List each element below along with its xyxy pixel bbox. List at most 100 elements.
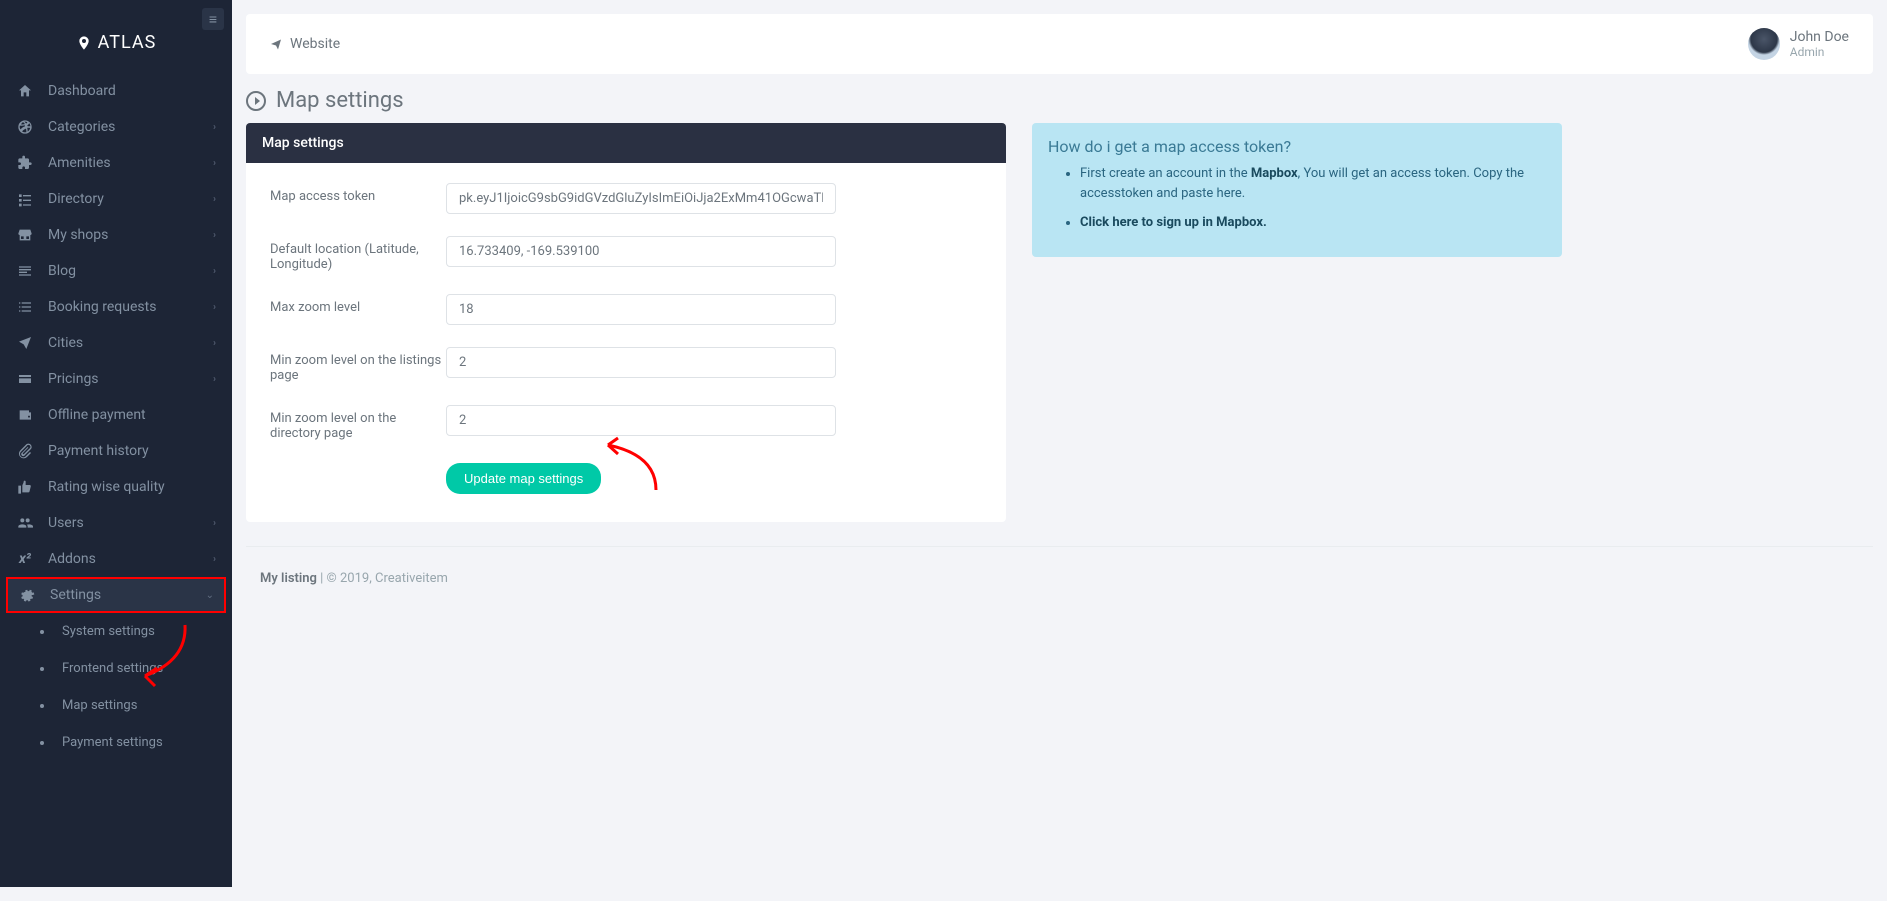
form-label: Max zoom level <box>270 294 446 315</box>
user-role: Admin <box>1790 45 1849 59</box>
info-box: How do i get a map access token? First c… <box>1032 123 1562 257</box>
min-zoom-listings-input[interactable] <box>446 347 836 378</box>
card-body: Map access token Default location (Latit… <box>246 163 1006 522</box>
website-link[interactable]: Website <box>270 36 340 52</box>
avatar <box>1748 28 1780 60</box>
bullet-icon <box>40 630 44 634</box>
sidebar-item-myshops[interactable]: My shops› <box>0 217 232 253</box>
sidebar-item-categories[interactable]: Categories› <box>0 109 232 145</box>
sidebar-item-label: Rating wise quality <box>48 479 216 495</box>
page-header: Map settings <box>232 74 1887 123</box>
sidebar-item-label: Users <box>48 515 213 531</box>
user-info: John Doe Admin <box>1790 29 1849 59</box>
sub-item-label: Payment settings <box>62 735 163 750</box>
bullet-icon <box>40 704 44 708</box>
topbar: Website John Doe Admin <box>246 14 1873 74</box>
hamburger-icon: ≡ <box>209 11 217 28</box>
plane-icon <box>270 38 282 50</box>
card-icon <box>16 371 34 387</box>
map-token-input[interactable] <box>446 183 836 214</box>
sub-item-label: Frontend settings <box>62 661 163 676</box>
sidebar-toggle[interactable]: ≡ <box>202 8 224 30</box>
sidebar-item-amenities[interactable]: Amenities› <box>0 145 232 181</box>
sidebar-item-rating[interactable]: Rating wise quality <box>0 469 232 505</box>
sidebar-item-directory[interactable]: Directory› <box>0 181 232 217</box>
sidebar-item-label: Offline payment <box>48 407 216 423</box>
sidebar-item-label: Blog <box>48 263 213 279</box>
tasks-icon <box>16 299 34 315</box>
form-row-minzoom-listings: Min zoom level on the listings page <box>270 347 982 383</box>
chevron-right-icon: › <box>213 266 216 277</box>
sidebar-item-pricings[interactable]: Pricings› <box>0 361 232 397</box>
cogs-icon <box>18 587 36 603</box>
sidebar-item-offline[interactable]: Offline payment <box>0 397 232 433</box>
list-icon <box>16 191 34 207</box>
max-zoom-input[interactable] <box>446 294 836 325</box>
sidebar-sub-map[interactable]: Map settings <box>0 687 232 724</box>
user-name: John Doe <box>1790 29 1849 45</box>
sidebar-item-users[interactable]: Users› <box>0 505 232 541</box>
chevron-right-icon: › <box>213 194 216 205</box>
chevron-right-icon: › <box>213 338 216 349</box>
main-content: Website John Doe Admin Map settings Map … <box>232 14 1887 901</box>
footer-sep: | © 2019, <box>317 571 375 586</box>
sidebar-sub-system[interactable]: System settings <box>0 613 232 650</box>
sidebar-item-label: Addons <box>48 551 213 567</box>
sidebar-item-blog[interactable]: Blog› <box>0 253 232 289</box>
card-header: Map settings <box>246 123 1006 163</box>
form-row-maxzoom: Max zoom level <box>270 294 982 325</box>
sidebar-item-label: My shops <box>48 227 213 243</box>
form-label: Default location (Latitude, Longitude) <box>270 236 446 272</box>
sidebar-item-label: Amenities <box>48 155 213 171</box>
update-button[interactable]: Update map settings <box>446 463 601 494</box>
sidebar-item-label: Payment history <box>48 443 216 459</box>
form-label: Map access token <box>270 183 446 204</box>
sidebar-item-booking[interactable]: Booking requests› <box>0 289 232 325</box>
sidebar-item-payhistory[interactable]: Payment history <box>0 433 232 469</box>
chevron-right-icon: › <box>213 122 216 133</box>
wallet-icon <box>16 407 34 423</box>
form-label: Min zoom level on the directory page <box>270 405 446 441</box>
sidebar-item-cities[interactable]: Cities› <box>0 325 232 361</box>
info-title: How do i get a map access token? <box>1048 137 1546 156</box>
form-row-token: Map access token <box>270 183 982 214</box>
sidebar-sub-frontend[interactable]: Frontend settings <box>0 650 232 687</box>
shop-icon <box>16 227 34 243</box>
info-step2[interactable]: Click here to sign up in Mapbox. <box>1080 213 1546 233</box>
chevron-right-icon: › <box>213 374 216 385</box>
sidebar-item-label: Dashboard <box>48 83 216 99</box>
min-zoom-directory-input[interactable] <box>446 405 836 436</box>
chevron-right-icon: › <box>213 302 216 313</box>
sidebar-sub-payment[interactable]: Payment settings <box>0 724 232 761</box>
footer-author: Creativeitem <box>375 571 448 586</box>
x2-icon: x² <box>16 551 34 567</box>
bullet-icon <box>40 667 44 671</box>
form-row-location: Default location (Latitude, Longitude) <box>270 236 982 272</box>
form-label: Min zoom level on the listings page <box>270 347 446 383</box>
sidebar-item-addons[interactable]: x² Addons› <box>0 541 232 577</box>
chevron-down-icon: ⌄ <box>206 590 214 601</box>
chevron-right-icon: › <box>213 158 216 169</box>
default-location-input[interactable] <box>446 236 836 267</box>
sidebar-item-label: Booking requests <box>48 299 213 315</box>
footer-brand: My listing <box>260 571 317 586</box>
sidebar-item-settings[interactable]: Settings⌄ <box>6 577 226 613</box>
form-row-minzoom-directory: Min zoom level on the directory page <box>270 405 982 441</box>
info-step1: First create an account in the Mapbox, Y… <box>1080 164 1546 203</box>
sub-item-label: Map settings <box>62 698 137 713</box>
user-menu[interactable]: John Doe Admin <box>1748 28 1849 60</box>
lines-icon <box>16 263 34 279</box>
chevron-right-icon: › <box>213 230 216 241</box>
sidebar-item-label: Directory <box>48 191 213 207</box>
sidebar-item-label: Pricings <box>48 371 213 387</box>
sidebar-item-dashboard[interactable]: Dashboard <box>0 73 232 109</box>
page-title: Map settings <box>276 88 404 113</box>
brand[interactable]: ATLAS <box>0 0 232 73</box>
content-row: Map settings Map access token Default lo… <box>232 123 1887 522</box>
info-list: First create an account in the Mapbox, Y… <box>1048 164 1546 233</box>
pin-icon <box>76 35 92 51</box>
chevron-right-icon: › <box>213 554 216 565</box>
brand-text: ATLAS <box>98 32 157 53</box>
bullet-icon <box>40 741 44 745</box>
clip-icon <box>16 443 34 459</box>
